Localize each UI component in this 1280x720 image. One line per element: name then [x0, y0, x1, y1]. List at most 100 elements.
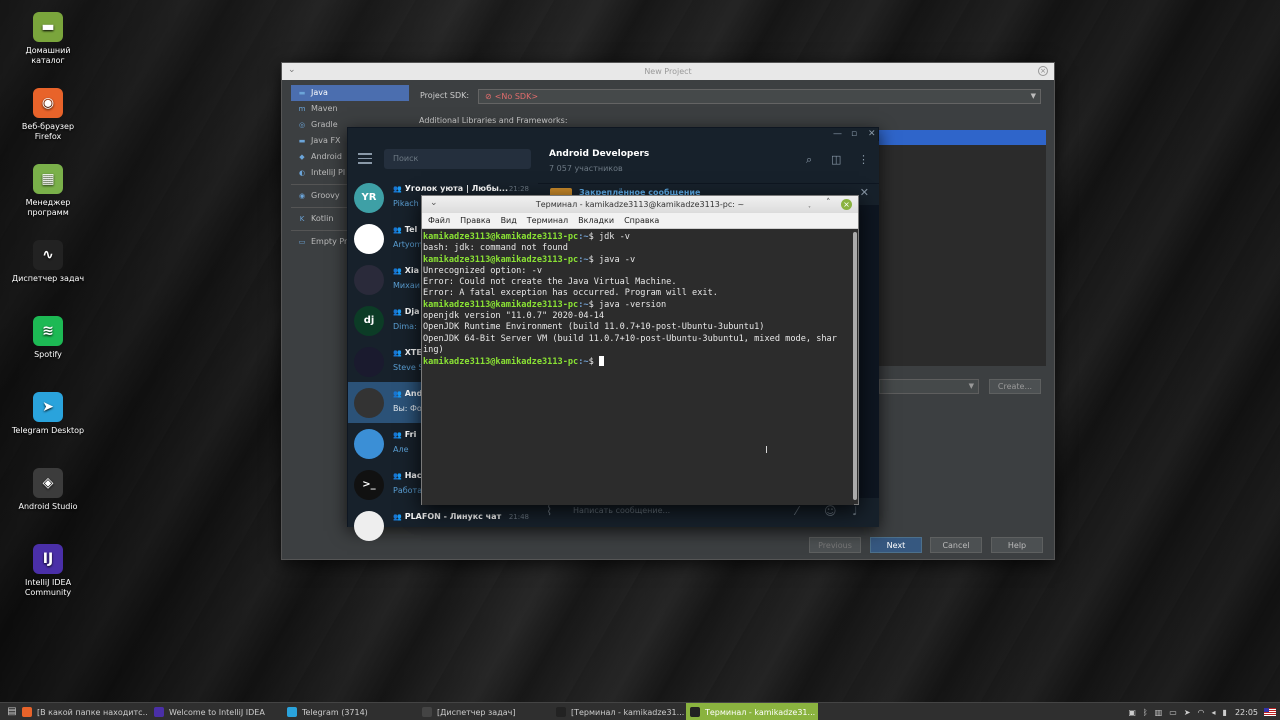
taskbar-task[interactable]: [Терминал - kamikadze31... [552, 703, 684, 720]
close-icon[interactable]: ✕ [860, 186, 869, 199]
chat-name-text: PLAFON - Линукс чат [404, 511, 502, 521]
chat-list-item-body: 👥 PLAFON - Линукс чат 21:48 [393, 511, 529, 541]
search-icon[interactable]: ⌕ [806, 153, 812, 167]
project-type-item[interactable]: ▬ Java [291, 85, 409, 101]
emoji-icon[interactable]: ☺ [824, 504, 837, 518]
desktop-icon[interactable]: ∿ Диспетчер задач [8, 240, 88, 316]
desktop-icon[interactable]: ▬ Домашний каталог [8, 12, 88, 88]
desktop-icon-label: Spotify [34, 350, 62, 359]
group-icon: 👥 [393, 512, 402, 521]
telegram-tray-icon[interactable]: ➤ [1184, 708, 1191, 717]
group-icon: 👥 [393, 184, 402, 193]
clock[interactable]: 22:05 [1235, 708, 1258, 717]
cancel-button[interactable]: Cancel [930, 537, 982, 553]
command-icon[interactable]: ⁄ [796, 504, 798, 518]
window-menu-icon[interactable]: ⌄ [430, 198, 438, 208]
terminal-task-icon [690, 707, 700, 717]
more-options-icon[interactable]: ⋮ [858, 153, 869, 166]
terminal-output[interactable]: kamikadze3113@kamikadze3113-pc:~$ jdk -v… [422, 230, 854, 505]
desktop-icon[interactable]: ◈ Android Studio [8, 468, 88, 544]
task-manager-icon: ∿ [33, 240, 63, 270]
taskbar-task[interactable]: Терминал - kamikadze31... [686, 703, 818, 720]
taskbar-task[interactable]: Telegram (3714) [283, 703, 413, 720]
taskbar-task[interactable]: Welcome to IntelliJ IDEA [150, 703, 278, 720]
group-icon: 👥 [393, 471, 402, 480]
previous-button[interactable]: Previous [809, 537, 861, 553]
search-input[interactable]: Поиск [384, 149, 531, 169]
terminal-menu-item[interactable]: Терминал [527, 216, 568, 225]
project-type-label: Android [311, 152, 342, 161]
help-button[interactable]: Help [991, 537, 1043, 553]
chat-header[interactable]: Android Developers 7 057 участников ⌕ ◫ … [538, 141, 879, 183]
taskbar-task-label: Терминал - kamikadze31... [705, 707, 816, 717]
terminal-line: Error: A fatal exception has occurred. P… [423, 288, 854, 299]
telegram-titlebar[interactable]: — ▫ ✕ [348, 128, 878, 141]
terminal-menu-item[interactable]: Файл [428, 216, 450, 225]
group-icon: 👥 [393, 430, 402, 439]
chat-list-item[interactable]: 👥 PLAFON - Линукс чат 21:48 [348, 505, 538, 546]
taskbar: ▤ ▣ ᛒ ▥ ▭ ➤ ◠ ◂ ▮ 22:05 [В какой папке н… [0, 702, 1280, 720]
avatar: YR [354, 182, 384, 213]
intellij-window-title: New Project [644, 67, 692, 76]
terminal-menu-item[interactable]: Вид [501, 216, 517, 225]
taskbar-task-label: Welcome to IntelliJ IDEA [169, 707, 265, 717]
minimize-icon[interactable]: — [833, 129, 842, 139]
prompt-user: kamikadze3113@kamikadze3113-pc [423, 357, 579, 368]
maximize-icon[interactable]: ▫ [851, 129, 857, 139]
chat-name: 👥 Уголок уюта | Любы... [393, 184, 508, 193]
library-select[interactable]: ▼ [879, 379, 979, 394]
hamburger-menu-icon[interactable] [358, 153, 372, 164]
intellij-titlebar[interactable]: ⌄ New Project × [282, 63, 1054, 80]
bluetooth-icon[interactable]: ᛒ [1143, 708, 1148, 717]
terminal-titlebar[interactable]: ⌄ Терминал - kamikadze3113@kamikadze3113… [422, 196, 858, 213]
window-menu-icon[interactable]: ⌄ [288, 65, 296, 75]
intellij-task-icon [154, 707, 164, 717]
project-type-item[interactable]: m Maven [291, 101, 409, 117]
microphone-icon[interactable]: ♩ [852, 504, 858, 518]
terminal-menu-item[interactable]: Вкладки [578, 216, 614, 225]
taskbar-task-label: [Терминал - kamikadze31... [571, 707, 684, 717]
paperclip-icon[interactable]: ⌇ [546, 504, 552, 519]
chat-name-text: And [404, 388, 423, 398]
intellij-platform-icon: ◐ [298, 168, 306, 177]
prompt-suffix: $ [588, 299, 599, 310]
terminal-output-text: bash: jdk: command not found [423, 243, 568, 254]
project-type-label: Java [311, 88, 328, 97]
next-button[interactable]: Next [870, 537, 922, 553]
terminal-menu-item[interactable]: Справка [624, 216, 659, 225]
desktop-icon-label: Android Studio [18, 502, 78, 511]
updates-icon[interactable]: ▣ [1128, 708, 1136, 717]
create-button[interactable]: Create... [989, 379, 1041, 394]
clipboard-icon[interactable]: ▥ [1155, 708, 1163, 717]
close-icon[interactable]: × [1038, 66, 1048, 76]
wifi-icon[interactable]: ◠ [1198, 708, 1205, 717]
desktop-icon-label: IntelliJ IDEA Community [24, 578, 72, 597]
taskbar-task[interactable]: [В какой папке находитс... [18, 703, 148, 720]
close-icon[interactable]: ✕ [868, 129, 876, 139]
message-input[interactable]: Написать сообщение... [573, 506, 670, 515]
project-sdk-select[interactable]: ⊘ <No SDK> ▼ [478, 89, 1041, 104]
taskbar-task[interactable]: [Диспетчер задач] [418, 703, 548, 720]
maximize-icon[interactable]: ˄ [826, 198, 831, 208]
desktop-icon-label: Веб-браузер Firefox [21, 122, 75, 141]
terminal-scrollbar[interactable] [853, 232, 857, 500]
close-icon[interactable]: × [841, 199, 852, 210]
sidebar-toggle-icon[interactable]: ◫ [831, 153, 841, 166]
desktop-icon[interactable]: ▦ Менеджер программ [8, 164, 88, 240]
desktop-icon[interactable]: IJ IntelliJ IDEA Community [8, 544, 88, 620]
desktop-icon[interactable]: ◉ Веб-браузер Firefox [8, 88, 88, 164]
folder-tray-icon[interactable]: ▭ [1169, 708, 1177, 717]
terminal-output-text: Unrecognized option: -v [423, 265, 542, 276]
terminal-menu-item[interactable]: Правка [460, 216, 490, 225]
desktop-icon[interactable]: ≋ Spotify [8, 316, 88, 392]
android-icon: ◆ [299, 152, 305, 161]
keyboard-layout-flag-icon[interactable] [1264, 708, 1276, 716]
avatar [354, 264, 384, 295]
battery-icon[interactable]: ▮ [1223, 708, 1227, 717]
prompt-user: kamikadze3113@kamikadze3113-pc [423, 232, 579, 242]
terminal-output-text: ing) [423, 344, 444, 355]
desktop-icon[interactable]: ➤ Telegram Desktop [8, 392, 88, 468]
volume-icon[interactable]: ◂ [1212, 708, 1216, 717]
minimize-icon[interactable]: ˯ [808, 198, 811, 209]
avatar: >_ [354, 469, 384, 500]
